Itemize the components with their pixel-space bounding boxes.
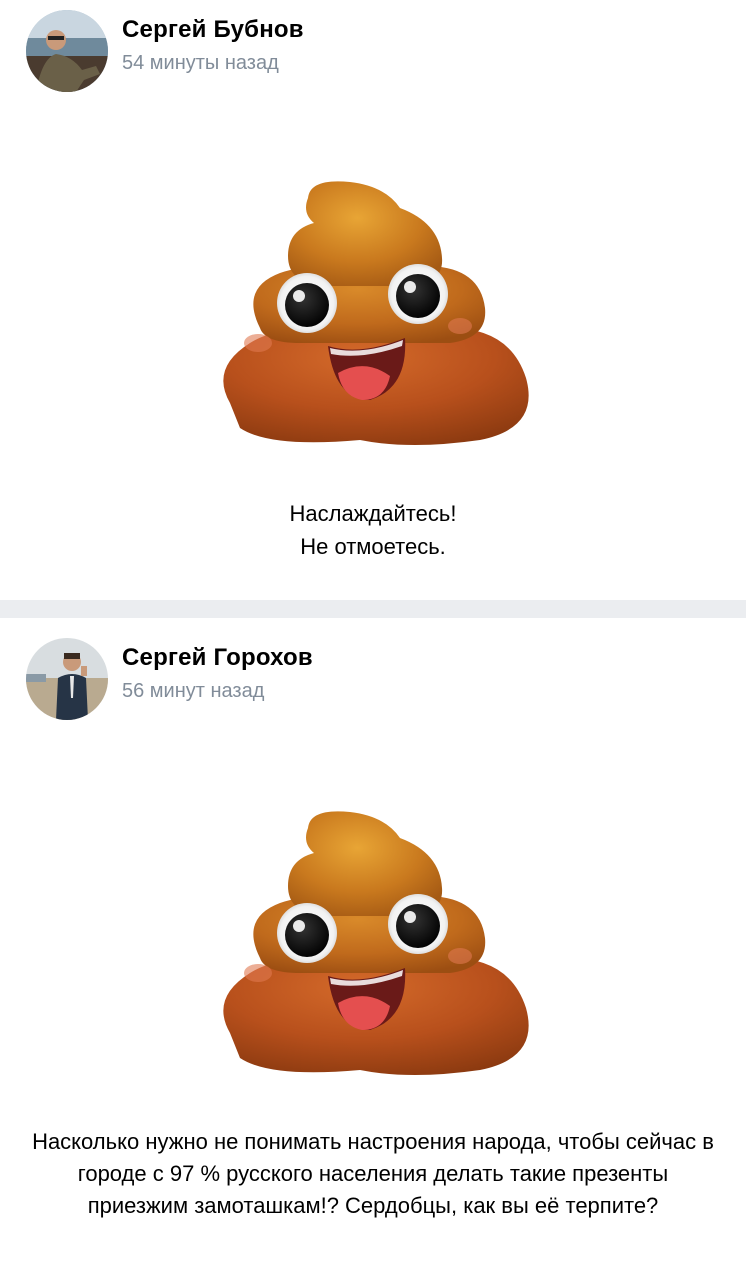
avatar[interactable] bbox=[26, 10, 108, 92]
post: Сергей Бубнов 54 минуты назад Наслаждайт… bbox=[0, 0, 746, 600]
avatar-photo bbox=[26, 638, 108, 720]
post-time[interactable]: 54 минуты назад bbox=[122, 49, 304, 77]
pile-of-poo-emoji bbox=[223, 181, 529, 445]
avatar-photo bbox=[26, 10, 108, 92]
post-header: Сергей Горохов 56 минут назад bbox=[26, 638, 313, 720]
post-text: Наслаждайтесь! Не отмоетесь. bbox=[289, 501, 457, 559]
author-name[interactable]: Сергей Горохов bbox=[122, 643, 313, 673]
post-header: Сергей Бубнов 54 минуты назад bbox=[26, 10, 304, 92]
post: Сергей Горохов 56 минут назад Насколько … bbox=[0, 618, 746, 1280]
post-time[interactable]: 56 минут назад bbox=[122, 677, 313, 705]
pile-of-poo-emoji bbox=[223, 811, 529, 1075]
author-name[interactable]: Сергей Бубнов bbox=[122, 15, 304, 45]
post-separator bbox=[0, 600, 746, 618]
post-text: Насколько нужно не понимать настроения н… bbox=[32, 1129, 714, 1218]
avatar[interactable] bbox=[26, 638, 108, 720]
